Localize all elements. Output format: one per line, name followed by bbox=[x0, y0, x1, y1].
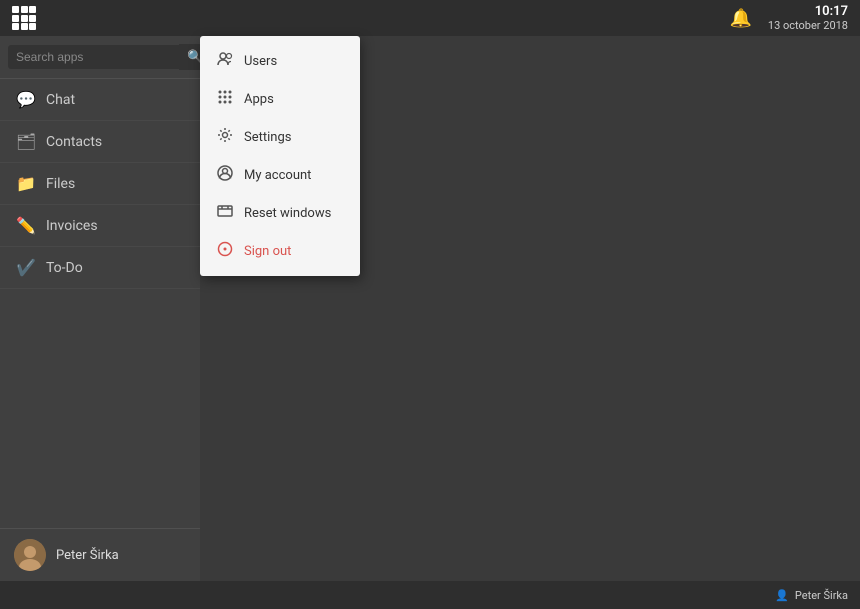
sidebar-item-files[interactable]: 📁 Files bbox=[0, 163, 200, 205]
sign-out-label: Sign out bbox=[244, 244, 291, 259]
menu-item-apps[interactable]: Apps bbox=[200, 80, 360, 118]
menu-item-sign-out[interactable]: Sign out bbox=[200, 232, 360, 270]
bottombar: 👤 Peter Širka bbox=[0, 581, 860, 609]
todo-icon: ✔️ bbox=[16, 258, 36, 277]
chat-icon: 💬 bbox=[16, 90, 36, 109]
invoices-icon: ✏️ bbox=[16, 216, 36, 235]
sidebar-item-invoices[interactable]: ✏️ Invoices bbox=[0, 205, 200, 247]
signout-icon bbox=[216, 241, 234, 261]
sidebar-item-chat[interactable]: 💬 Chat bbox=[0, 79, 200, 121]
topbar-left bbox=[12, 6, 36, 30]
topbar-right: 🔔 10:17 13 october 2018 bbox=[729, 4, 848, 33]
users-icon bbox=[216, 51, 234, 71]
account-icon bbox=[216, 165, 234, 185]
time-display: 10:17 bbox=[815, 4, 848, 20]
topbar: 🔔 10:17 13 october 2018 bbox=[0, 0, 860, 36]
users-label: Users bbox=[244, 54, 277, 69]
bottombar-username: Peter Širka bbox=[795, 589, 848, 602]
sidebar-item-todo[interactable]: ✔️ To-Do bbox=[0, 247, 200, 289]
files-icon: 📁 bbox=[16, 174, 36, 193]
bottombar-user-icon: 👤 bbox=[775, 589, 789, 602]
reset-windows-label: Reset windows bbox=[244, 206, 331, 221]
invoices-label: Invoices bbox=[46, 218, 98, 234]
contacts-label: Contacts bbox=[46, 134, 102, 150]
sidebar-footer[interactable]: Peter Širka bbox=[0, 528, 200, 581]
notification-icon[interactable]: 🔔 bbox=[729, 8, 751, 29]
chat-label: Chat bbox=[46, 92, 75, 108]
menu-item-my-account[interactable]: My account bbox=[200, 156, 360, 194]
sidebar: 🔍 💬 Chat 🗂 Contacts 📁 Files ✏️ Invoices … bbox=[0, 36, 200, 581]
search-input[interactable] bbox=[8, 45, 179, 69]
apps-grid-icon[interactable] bbox=[12, 6, 36, 30]
reset-icon bbox=[216, 203, 234, 223]
settings-icon bbox=[216, 127, 234, 147]
contacts-icon: 🗂 bbox=[16, 132, 36, 151]
avatar bbox=[14, 539, 46, 571]
date-display: 13 october 2018 bbox=[768, 19, 848, 32]
menu-item-settings[interactable]: Settings bbox=[200, 118, 360, 156]
todo-label: To-Do bbox=[46, 260, 83, 276]
menu-item-users[interactable]: Users bbox=[200, 42, 360, 80]
apps-label: Apps bbox=[244, 92, 274, 107]
menu-item-reset-windows[interactable]: Reset windows bbox=[200, 194, 360, 232]
dropdown-menu: Users Apps Settings bbox=[200, 36, 360, 276]
sidebar-username: Peter Širka bbox=[56, 548, 119, 563]
sidebar-item-contacts[interactable]: 🗂 Contacts bbox=[0, 121, 200, 163]
settings-label: Settings bbox=[244, 130, 291, 145]
my-account-label: My account bbox=[244, 168, 311, 183]
search-bar: 🔍 bbox=[0, 36, 200, 79]
apps-icon bbox=[216, 89, 234, 109]
bottombar-user: 👤 Peter Širka bbox=[775, 589, 848, 602]
files-label: Files bbox=[46, 176, 75, 192]
datetime: 10:17 13 october 2018 bbox=[768, 4, 848, 33]
